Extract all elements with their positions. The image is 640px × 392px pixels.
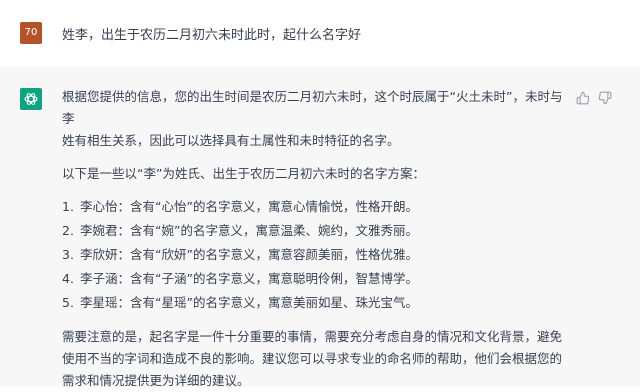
list-item-text: 李婉君：含有“婉”的名字意义，寓意温柔、婉约，文雅秀丽。	[80, 223, 418, 238]
list-item: 1. 李心怡：含有“心怡”的名字意义，寓意心情愉悦，性格开朗。	[62, 195, 574, 219]
user-message-text: 姓李，出生于农历二月初六未时此时，起什么名字好	[62, 28, 362, 43]
name-list: 1. 李心怡：含有“心怡”的名字意义，寓意心情愉悦，性格开朗。 2. 李婉君：含有“…	[62, 195, 574, 315]
thumbs-down-icon[interactable]	[598, 91, 612, 105]
list-item-text: 李心怡：含有“心怡”的名字意义，寓意心情愉悦，性格开朗。	[80, 199, 418, 214]
chatgpt-logo-icon	[20, 88, 42, 110]
closing-line: 使用不当的字词和造成不良的影响。建议您可以寻求专业的命名师的帮助，他们会根据您的	[62, 351, 563, 366]
list-number: 4.	[62, 271, 74, 286]
list-item-text: 李星瑶：含有“星瑶”的名字意义，寓意美丽如星、珠光宝气。	[80, 295, 418, 310]
list-item: 4. 李子涵：含有“子涵”的名字意义，寓意聪明伶俐，智慧博学。	[62, 267, 574, 291]
list-number: 5.	[62, 295, 74, 310]
user-message-row: 70 姓李，出生于农历二月初六未时此时，起什么名字好	[0, 0, 640, 68]
assistant-message-text: 根据您提供的信息，您的出生时间是农历二月初六未时，这个时辰属于“火土未时”，未时…	[62, 86, 574, 392]
feedback-buttons	[576, 91, 612, 105]
list-item-text: 李子涵：含有“子涵”的名字意义，寓意聪明伶俐，智慧博学。	[80, 271, 418, 286]
user-avatar: 70	[20, 22, 42, 44]
intro-line: 根据您提供的信息，您的出生时间是农历二月初六未时，这个时辰属于“火土未时”，未时…	[62, 89, 563, 126]
list-item: 2. 李婉君：含有“婉”的名字意义，寓意温柔、婉约，文雅秀丽。	[62, 219, 574, 243]
list-number: 2.	[62, 223, 74, 238]
list-item-text: 李欣妍：含有“欣妍”的名字意义，寓意容颜美丽，性格优雅。	[80, 247, 418, 262]
intro-line: 姓有相生关系，因此可以选择具有土属性和未时特征的名字。	[62, 133, 400, 148]
list-item: 5. 李星瑶：含有“星瑶”的名字意义，寓意美丽如星、珠光宝气。	[62, 291, 574, 315]
closing-line: 需要注意的是，起名字是一件十分重要的事情，需要充分考虑自身的情况和文化背景，避免	[62, 329, 563, 344]
thumbs-up-icon[interactable]	[576, 91, 590, 105]
list-number: 3.	[62, 247, 74, 262]
list-number: 1.	[62, 199, 74, 214]
closing-line: 需求和情况提供更为详细的建议。	[62, 373, 250, 388]
assistant-message-row: 根据您提供的信息，您的出生时间是农历二月初六未时，这个时辰属于“火土未时”，未时…	[0, 67, 640, 388]
list-heading: 以下是一些以“李”为姓氏、出生于农历二月初六未时的名字方案：	[62, 166, 425, 181]
list-item: 3. 李欣妍：含有“欣妍”的名字意义，寓意容颜美丽，性格优雅。	[62, 243, 574, 267]
